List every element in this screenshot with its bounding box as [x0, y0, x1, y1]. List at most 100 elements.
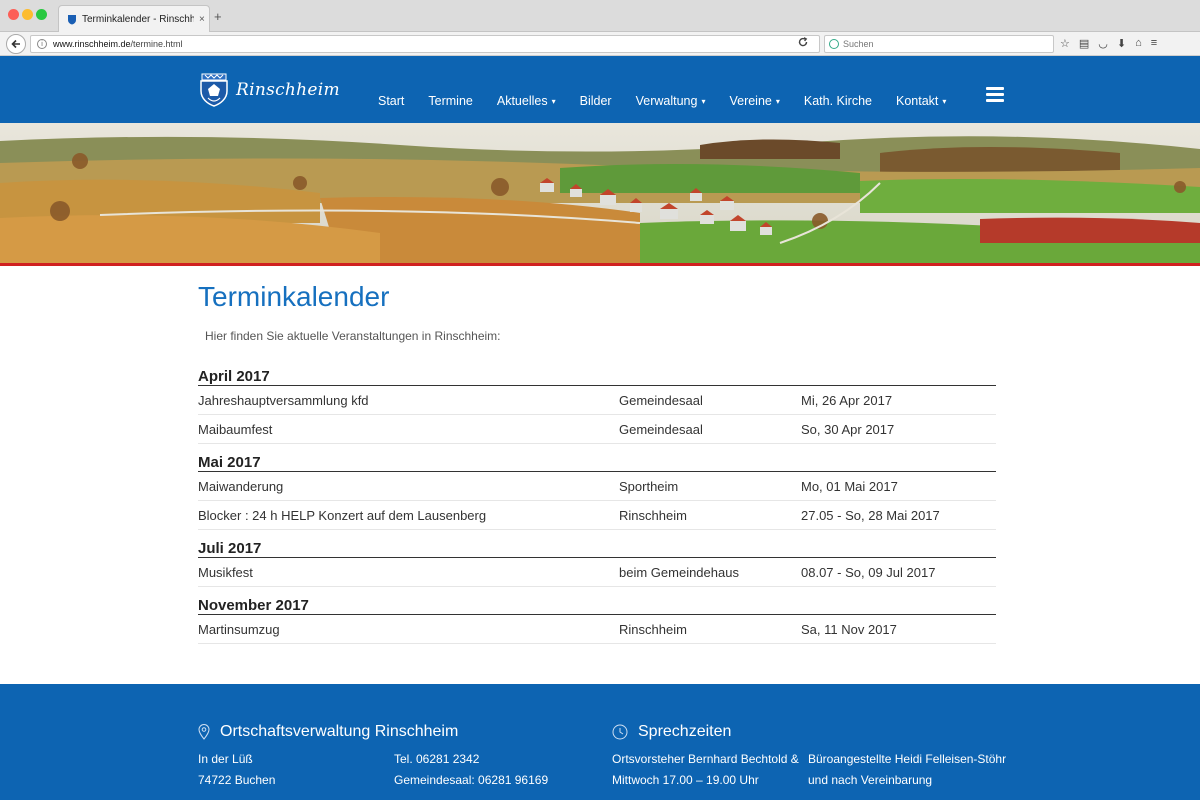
event-date: 08.07 - So, 09 Jul 2017 [801, 564, 936, 580]
event-date: Mo, 01 Mai 2017 [801, 478, 898, 494]
office-address: In der Lüß 74722 Buchen [198, 749, 275, 791]
event-row[interactable]: Musikfest beim Gemeindehaus 08.07 - So, … [198, 558, 996, 587]
office-phones: Tel. 06281 2342 Gemeindesaal: 06281 9616… [394, 749, 548, 791]
pocket-icon[interactable]: ◡ [1098, 37, 1108, 50]
site-footer: Ortschaftsverwaltung Rinschheim In der L… [0, 684, 1200, 800]
hours-line: Mittwoch 17.00 – 19.00 Uhr [612, 773, 759, 787]
nav-item-kontakt[interactable]: Kontakt ▾ [896, 94, 946, 108]
chevron-down-icon: ▾ [942, 96, 947, 106]
event-row[interactable]: Blocker : 24 h HELP Konzert auf dem Laus… [198, 501, 996, 530]
office-heading: Ortschaftsverwaltung Rinschheim [198, 723, 458, 741]
nav-item-verwaltung[interactable]: Verwaltung ▾ [636, 94, 706, 108]
office-street: In der Lüß [198, 752, 253, 766]
hours-heading: Sprechzeiten [612, 723, 731, 741]
event-title: Musikfest [198, 564, 253, 580]
nav-label: Start [378, 94, 405, 108]
hours-heading-text: Sprechzeiten [638, 723, 732, 740]
event-title: Jahreshauptversammlung kfd [198, 392, 369, 408]
site-logo-text[interactable]: Rinschheim [236, 80, 340, 100]
nav-label: Kontakt [895, 94, 939, 108]
site-favicon-icon [68, 14, 76, 24]
event-place: beim Gemeindehaus [619, 564, 739, 580]
month-heading: November 2017 [198, 593, 996, 615]
chevron-down-icon: ▾ [701, 96, 706, 106]
nav-item-kirche[interactable]: Kath. Kirche [804, 94, 872, 108]
maximize-window-button[interactable] [36, 9, 47, 20]
event-place: Sportheim [619, 478, 679, 494]
search-placeholder: Suchen [843, 39, 874, 49]
coat-of-arms-icon[interactable] [199, 72, 229, 108]
event-row[interactable]: Jahreshauptversammlung kfd Gemeindesaal … [198, 386, 996, 415]
nav-item-vereine[interactable]: Vereine ▾ [729, 94, 779, 108]
browser-tab[interactable]: Terminkalender - Rinschheim × [58, 5, 210, 32]
location-pin-icon [198, 724, 210, 740]
bookmark-star-icon[interactable]: ☆ [1060, 37, 1070, 50]
header-banner-image [0, 123, 1200, 263]
reader-icon[interactable]: ▤ [1079, 37, 1089, 50]
arrow-left-icon [11, 39, 20, 49]
reload-icon[interactable] [798, 37, 808, 47]
nav-item-start[interactable]: Start [378, 94, 404, 108]
hamburger-menu-icon[interactable] [986, 87, 1004, 102]
event-place: Rinschheim [619, 507, 687, 523]
new-tab-button[interactable]: + [214, 9, 222, 24]
url-host: www.rinschheim.de [53, 39, 131, 49]
close-window-button[interactable] [8, 9, 19, 20]
month-heading: April 2017 [198, 364, 996, 386]
clock-icon [612, 724, 628, 740]
nav-label: Aktuelles [496, 94, 548, 108]
intro-text: Hier finden Sie aktuelle Veranstaltungen… [205, 329, 501, 343]
event-row[interactable]: Maiwanderung Sportheim Mo, 01 Mai 2017 [198, 472, 996, 501]
main-nav: Start Termine Aktuelles ▾ Bilder Verwaltu… [378, 93, 970, 109]
back-button[interactable] [6, 34, 26, 54]
hours-col-1: Ortsvorsteher Bernhard Bechtold & Mittwo… [612, 749, 799, 791]
tab-title: Terminkalender - Rinschheim [82, 13, 194, 25]
event-date: 27.05 - So, 28 Mai 2017 [801, 507, 940, 523]
office-city: 74722 Buchen [198, 773, 276, 787]
hall-phone[interactable]: Gemeindesaal: 06281 96169 [394, 770, 548, 791]
nav-item-termine[interactable]: Termine [428, 94, 472, 108]
month-heading: Juli 2017 [198, 536, 996, 558]
download-icon[interactable]: ⬇ [1117, 37, 1126, 50]
event-title: Maibaumfest [198, 421, 273, 437]
url-path: /termine.html [130, 39, 183, 49]
event-title: Maiwanderung [198, 478, 284, 494]
url-text: www.rinschheim.de/termine.html [53, 39, 183, 49]
event-date: Mi, 26 Apr 2017 [801, 392, 893, 408]
event-title: Martinsumzug [198, 621, 280, 637]
events-list: April 2017 Jahreshauptversammlung kfd Ge… [198, 364, 996, 644]
event-place: Rinschheim [619, 621, 687, 637]
page-title: Terminkalender [198, 281, 390, 312]
event-date: Sa, 11 Nov 2017 [801, 621, 897, 637]
nav-item-bilder[interactable]: Bilder [580, 94, 612, 108]
event-title: Blocker : 24 h HELP Konzert auf dem Laus… [198, 507, 487, 523]
nav-item-aktuelles[interactable]: Aktuelles ▾ [497, 94, 556, 108]
nav-label: Kath. Kirche [803, 94, 872, 108]
chevron-down-icon: ▾ [551, 96, 556, 106]
event-row[interactable]: Maibaumfest Gemeindesaal So, 30 Apr 2017 [198, 415, 996, 444]
office-heading-text: Ortschaftsverwaltung Rinschheim [220, 723, 459, 740]
address-bar[interactable]: i www.rinschheim.de/termine.html [30, 35, 820, 53]
minimize-window-button[interactable] [22, 9, 33, 20]
search-engine-icon [829, 39, 839, 49]
info-icon[interactable]: i [37, 39, 47, 49]
browser-toolbar: i www.rinschheim.de/termine.html Suchen … [0, 32, 1200, 56]
menu-icon[interactable]: ≡ [1151, 37, 1157, 50]
hours-line: Ortsvorsteher Bernhard Bechtold & [612, 752, 799, 766]
banner-divider [0, 263, 1200, 266]
hours-col-2: Büroangestellte Heidi Felleisen-Stöhr un… [808, 749, 1006, 791]
office-phone[interactable]: Tel. 06281 2342 [394, 749, 548, 770]
chevron-down-icon: ▾ [775, 96, 780, 106]
nav-label: Bilder [579, 94, 612, 108]
toolbar-icons: ☆ ▤ ◡ ⬇ ⌂ ≡ [1060, 37, 1157, 50]
browser-tab-strip: Terminkalender - Rinschheim × + [0, 0, 1200, 32]
nav-label: Vereine [729, 94, 772, 108]
event-row[interactable]: Martinsumzug Rinschheim Sa, 11 Nov 2017 [198, 615, 996, 644]
tab-close-icon[interactable]: × [199, 14, 205, 25]
hours-line: Büroangestellte Heidi Felleisen-Stöhr [808, 752, 1007, 766]
event-place: Gemeindesaal [619, 392, 703, 408]
search-input[interactable]: Suchen [824, 35, 1054, 53]
home-icon[interactable]: ⌂ [1135, 37, 1142, 50]
nav-label: Verwaltung [635, 94, 698, 108]
month-heading: Mai 2017 [198, 450, 996, 472]
